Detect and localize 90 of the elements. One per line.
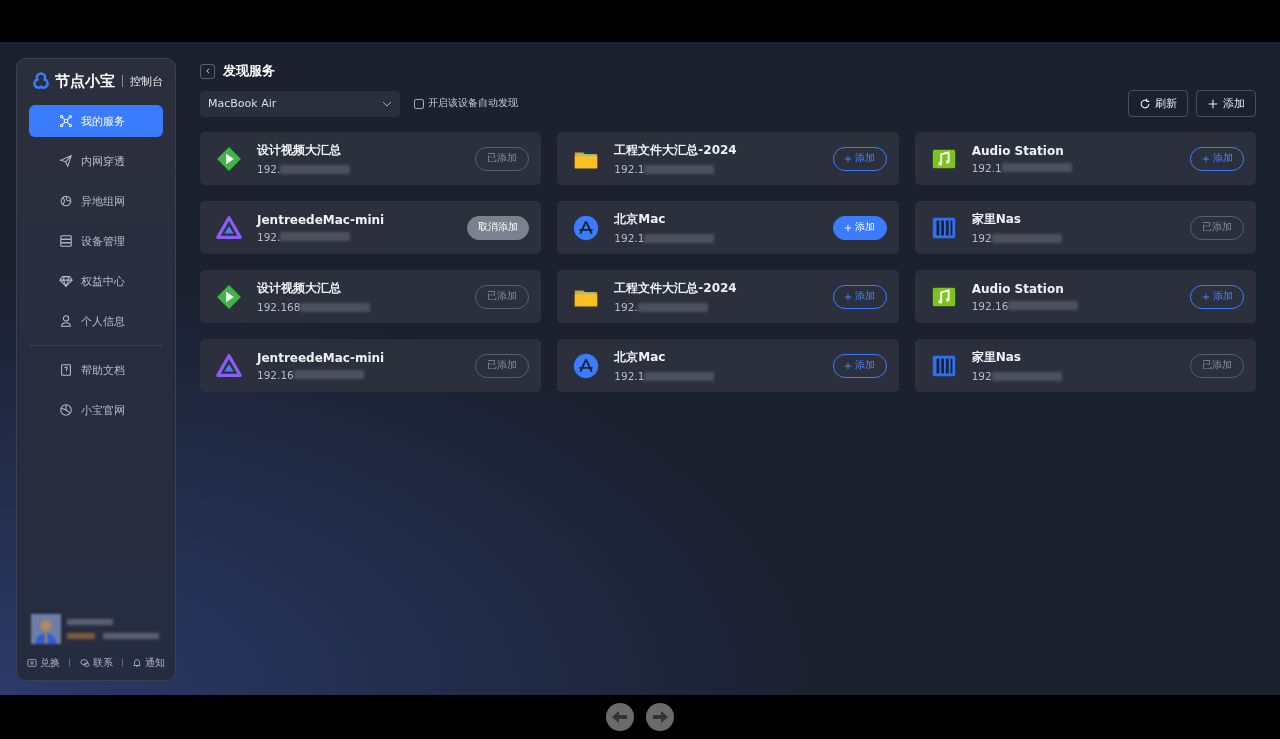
checkbox[interactable] — [414, 98, 424, 109]
forward-arrow-button[interactable] — [645, 702, 675, 732]
triangle-logo-icon — [215, 213, 243, 242]
ticket-icon — [27, 658, 37, 668]
redacted-address — [1008, 301, 1079, 310]
triangle-logo-icon — [215, 351, 243, 380]
sidebar-item[interactable]: 内网穿透 — [29, 145, 163, 177]
footer-link[interactable]: 联系 — [79, 656, 113, 670]
plus-icon — [844, 361, 853, 370]
logo-subtitle: 控制台 — [130, 73, 163, 89]
service-action-button[interactable]: 添加 — [832, 215, 887, 240]
back-button[interactable] — [200, 63, 215, 79]
sidebar-item[interactable]: 小宝官网 — [29, 394, 163, 426]
plus-icon — [1201, 154, 1210, 163]
service-action-button[interactable]: 取消添加 — [467, 215, 530, 240]
redacted-address — [991, 371, 1062, 381]
app-store-icon — [572, 351, 601, 380]
plus-icon — [1207, 97, 1219, 110]
caret-icon — [382, 100, 392, 107]
service-name: JentreedeMac-mini — [257, 212, 386, 227]
sidebar-item[interactable]: 个人信息 — [29, 305, 163, 337]
service-address: 192 — [971, 232, 992, 244]
back-arrow-button[interactable] — [605, 702, 635, 732]
checkbox-label: 开启该设备自动发现 — [428, 97, 518, 110]
globe-icon — [59, 403, 73, 417]
plus-icon — [844, 223, 853, 232]
server-icon — [59, 234, 73, 248]
help-icon — [59, 363, 73, 377]
service-address: 192. — [614, 301, 638, 313]
redacted-address — [644, 371, 715, 381]
chat-icon — [79, 658, 90, 668]
service-name: 家里Nas — [971, 211, 1022, 228]
logo-icon — [31, 71, 51, 91]
service-address: 192.168 — [257, 301, 301, 313]
refresh-button[interactable]: 刷新 — [1128, 90, 1188, 117]
service-address: 192. — [257, 163, 281, 175]
plus-icon — [844, 154, 853, 163]
paper-plane-icon — [59, 154, 73, 168]
refresh-icon — [1139, 97, 1151, 110]
redacted-address — [300, 302, 371, 312]
service-address: 192 — [971, 370, 992, 382]
redacted-badge — [67, 633, 95, 639]
service-address: 192.1 — [614, 370, 645, 382]
device-select[interactable]: MacBook Air — [200, 90, 400, 117]
diamond-icon — [59, 274, 73, 288]
bell-icon — [132, 658, 142, 668]
footer-link[interactable]: 兑换 — [27, 656, 60, 670]
service-name: JentreedeMac-mini — [257, 350, 386, 365]
service-name: Audio Station — [971, 143, 1065, 158]
globe-icon — [59, 194, 73, 208]
sidebar-item[interactable]: 异地组网 — [29, 185, 163, 217]
redacted-address — [280, 232, 351, 241]
network-icon — [59, 114, 73, 128]
service-address: 192.1 — [614, 232, 645, 244]
service-address: 192. — [257, 230, 281, 243]
redacted-address — [644, 164, 715, 174]
service-address: 192.1 — [614, 163, 645, 175]
redacted-text — [103, 633, 159, 639]
service-name: 设计视频大汇总 — [257, 280, 342, 297]
logo-text: 节点小宝 — [55, 71, 115, 91]
plus-icon — [1201, 292, 1210, 301]
redacted-address — [637, 302, 708, 312]
sidebar-item[interactable]: 帮助文档 — [29, 354, 163, 386]
redacted-address — [644, 233, 715, 243]
service-address: 192.16 — [971, 299, 1009, 312]
avatar-figure — [31, 612, 61, 646]
service-name: 北京Mac — [614, 211, 667, 228]
service-name: 工程文件大汇总-2024 — [614, 142, 738, 159]
redacted-address — [293, 370, 364, 379]
chevron-left-icon — [203, 67, 212, 75]
service-name: 设计视频大汇总 — [257, 142, 342, 159]
service-address: 192.16 — [257, 368, 294, 381]
service-name: 工程文件大汇总-2024 — [614, 280, 738, 297]
sidebar-item[interactable]: 我的服务 — [29, 105, 163, 137]
service-address: 192.1 — [971, 161, 1002, 174]
service-name: 家里Nas — [971, 349, 1022, 366]
service-name: Audio Station — [971, 281, 1065, 296]
sidebar-item[interactable]: 设备管理 — [29, 225, 163, 257]
redacted-address — [280, 164, 351, 174]
redacted-username — [67, 619, 113, 625]
redacted-address — [1001, 163, 1072, 172]
user-icon — [59, 314, 73, 328]
sidebar-item[interactable]: 权益中心 — [29, 265, 163, 297]
footer-link[interactable]: 通知 — [132, 656, 165, 670]
page-title: 发现服务 — [223, 62, 275, 80]
app-store-icon — [572, 213, 601, 242]
plus-icon — [844, 292, 853, 301]
redacted-address — [991, 233, 1062, 243]
service-name: 北京Mac — [614, 349, 667, 366]
add-button[interactable]: 添加 — [1196, 90, 1256, 117]
